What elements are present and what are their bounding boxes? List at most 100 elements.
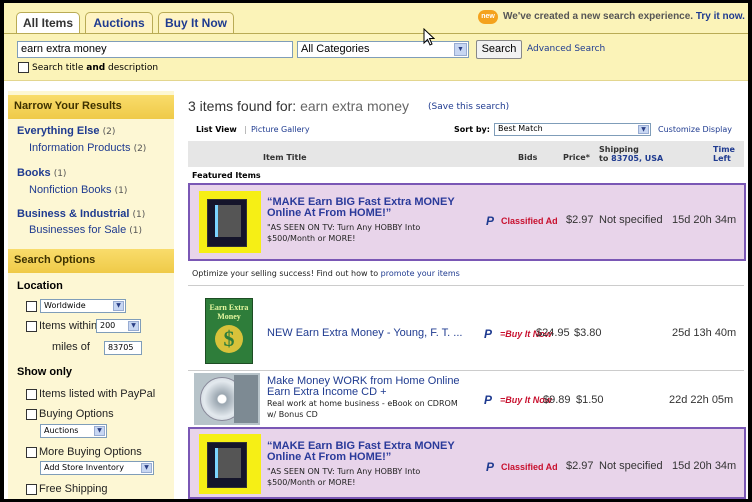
item-subtitle: "AS SEEN ON TV: Turn Any HOBBY Into $500… [267, 467, 421, 487]
product-thumbnail[interactable]: Earn Extra Money $ [205, 298, 253, 364]
col-bids[interactable]: Bids [518, 153, 537, 162]
item-price: $2.97 [566, 214, 594, 226]
col-time-left[interactable]: Left [713, 154, 731, 163]
col-price[interactable]: Price* [563, 153, 590, 162]
title-description-label: Search title and description [32, 63, 159, 73]
tab-buy-it-now[interactable]: Buy It Now [158, 12, 234, 33]
table-row[interactable]: “MAKE Earn BIG Fast Extra MONEY Online A… [188, 183, 746, 261]
save-search-link[interactable]: (Save this search) [428, 102, 509, 112]
more-buying-options-checkbox[interactable] [26, 447, 37, 458]
items-within-label: Items within [39, 320, 98, 332]
chevron-down-icon[interactable]: ▼ [113, 301, 124, 311]
promotion-message: Optimize your selling success! Find out … [192, 269, 460, 278]
results-header-row: Item Title Bids Price* Shipping to 83705… [188, 141, 744, 167]
row-divider [188, 370, 744, 371]
location-label: Location [17, 280, 63, 292]
try-it-now-link[interactable]: Try it now. [696, 11, 745, 22]
location-select[interactable]: Worldwide ▼ [40, 299, 126, 313]
item-subtitle: Real work at home business - eBook on CD… [267, 399, 458, 419]
classified-ad-label: Classified Ad [501, 216, 558, 226]
item-shipping: $1.50 [576, 394, 604, 406]
new-experience-notice: We've created a new search experience. T… [503, 11, 745, 22]
search-header: All Items Auctions Buy It Now new We've … [4, 3, 748, 81]
show-only-label: Show only [17, 366, 72, 378]
picture-gallery-link[interactable]: Picture Gallery [251, 125, 310, 134]
results-query: earn extra money [300, 98, 410, 114]
ebay-search-page: All Items Auctions Buy It Now new We've … [4, 3, 748, 499]
chevron-down-icon[interactable]: ▼ [454, 43, 467, 56]
category-everything-else[interactable]: Everything Else (2) [17, 125, 115, 137]
subcategory-businesses-for-sale[interactable]: Businesses for Sale (1) [29, 224, 142, 236]
sort-select[interactable]: Best Match ▼ [494, 123, 651, 136]
notice-text: We've created a new search experience. [503, 11, 694, 22]
item-price: $9.89 [543, 394, 571, 406]
col-shipping-zip[interactable]: to 83705, USA [599, 154, 663, 163]
featured-items-label: Featured Items [192, 171, 261, 180]
table-row[interactable]: Earn Extra Money $ NEW Earn Extra Money … [188, 295, 746, 367]
paypal-icon: P [484, 327, 493, 341]
item-title-link[interactable]: “MAKE Earn BIG Fast Extra MONEY Online A… [267, 441, 467, 463]
item-price: $2.97 [566, 460, 594, 472]
paypal-checkbox[interactable] [26, 389, 37, 400]
chevron-down-icon[interactable]: ▼ [141, 463, 152, 473]
chevron-down-icon[interactable]: ▼ [128, 321, 139, 331]
zip-input[interactable]: 83705 [104, 341, 142, 355]
subcategory-nonfiction-books[interactable]: Nonfiction Books (1) [29, 184, 127, 196]
title-description-checkbox[interactable] [18, 62, 29, 73]
list-view-toggle[interactable]: List View [196, 125, 237, 134]
category-value: All Categories [301, 43, 370, 55]
search-button[interactable]: Search [476, 40, 522, 59]
mouse-cursor-icon [423, 28, 435, 46]
item-time-left: 22d 22h 05m [669, 394, 734, 406]
results-count: 3 items found for: earn extra money [188, 98, 410, 114]
items-within-checkbox[interactable] [26, 321, 37, 332]
paypal-label: Items listed with PayPal [39, 388, 156, 400]
classified-ad-label: Classified Ad [501, 462, 558, 472]
product-thumbnail[interactable] [194, 373, 260, 425]
tab-divider [4, 33, 748, 34]
sidebar: Narrow Your Results Everything Else (2) … [8, 91, 174, 499]
tab-auctions[interactable]: Auctions [85, 12, 153, 33]
item-time-left: 25d 13h 40m [672, 327, 737, 339]
paypal-icon: P [486, 460, 495, 474]
category-select[interactable]: All Categories ▼ [297, 41, 469, 58]
table-row[interactable]: Make Money WORK from Home Online Earn Ex… [188, 372, 746, 427]
category-books[interactable]: Books (1) [17, 167, 66, 179]
subcategory-information-products[interactable]: Information Products (2) [29, 142, 146, 154]
item-title-link[interactable]: “MAKE Earn BIG Fast Extra MONEY Online A… [267, 197, 467, 219]
chevron-down-icon[interactable]: ▼ [94, 426, 105, 436]
buying-options-checkbox[interactable] [26, 409, 37, 420]
col-item-title[interactable]: Item Title [263, 153, 307, 162]
buying-options-select[interactable]: Auctions ▼ [40, 424, 107, 438]
item-title-link[interactable]: Make Money WORK from Home Online Earn Ex… [267, 376, 472, 398]
item-shipping: Not specified [599, 460, 663, 472]
new-badge: new [478, 10, 498, 24]
product-thumbnail[interactable] [199, 434, 261, 494]
promote-items-link[interactable]: promote your items [381, 269, 460, 278]
distance-select[interactable]: 200 ▼ [96, 319, 141, 333]
narrow-results-header: Narrow Your Results [8, 95, 174, 119]
view-toolbar: List View | Picture Gallery Sort by: Bes… [188, 121, 744, 139]
free-shipping-checkbox[interactable] [26, 484, 37, 495]
customize-display-link[interactable]: Customize Display [658, 125, 732, 134]
view-divider: | [244, 125, 247, 134]
location-checkbox[interactable] [26, 301, 37, 312]
table-row[interactable]: “MAKE Earn BIG Fast Extra MONEY Online A… [188, 427, 746, 499]
advanced-search-link[interactable]: Advanced Search [527, 44, 605, 54]
paypal-icon: P [484, 393, 493, 407]
row-divider [188, 285, 744, 286]
product-thumbnail[interactable] [199, 191, 261, 253]
sort-by-label: Sort by: [454, 125, 490, 134]
more-buying-options-label: More Buying Options [39, 446, 142, 458]
item-title-link[interactable]: NEW Earn Extra Money - Young, F. T. ... [267, 327, 477, 339]
col-shipping: Shipping [599, 145, 639, 154]
paypal-icon: P [486, 214, 495, 228]
chevron-down-icon[interactable]: ▼ [638, 125, 649, 134]
search-input[interactable]: earn extra money [17, 41, 293, 58]
col-time[interactable]: Time [713, 145, 735, 154]
category-business-industrial[interactable]: Business & Industrial (1) [17, 208, 145, 220]
buying-options-label: Buying Options [39, 408, 114, 420]
store-inventory-select[interactable]: Add Store Inventory ▼ [40, 461, 154, 475]
item-shipping: Not specified [599, 214, 663, 226]
tab-all-items[interactable]: All Items [16, 12, 80, 34]
